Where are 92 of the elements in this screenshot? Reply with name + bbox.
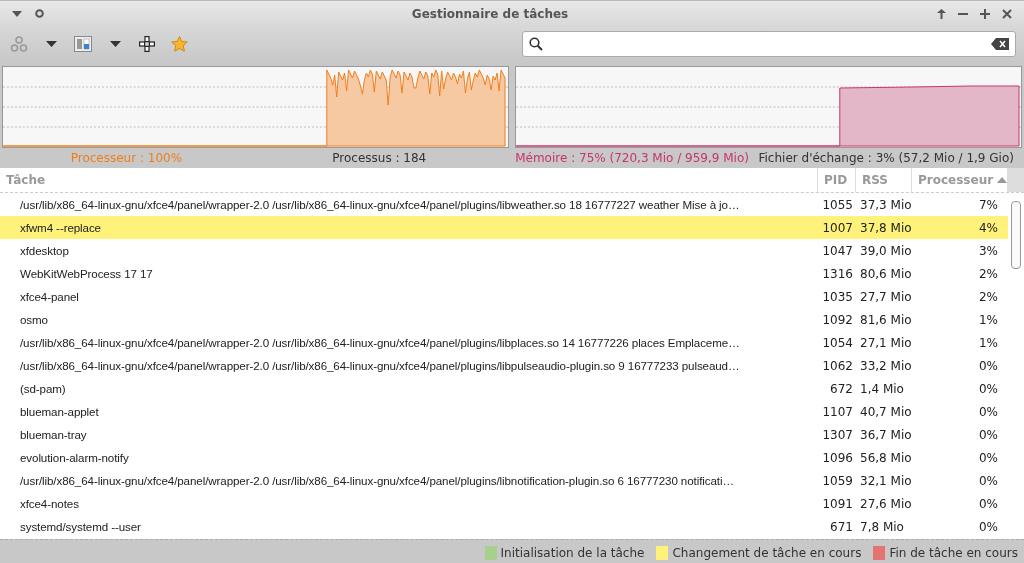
task-cell-text: (sd-pam) bbox=[19, 382, 67, 395]
rss-cell-text: 56,8 Mio bbox=[859, 450, 912, 465]
rss-cell-text: 80,6 Mio bbox=[859, 266, 912, 281]
pid-cell-text: 1096 bbox=[821, 450, 854, 465]
table-row[interactable]: /usr/lib/x86_64-linux-gnu/xfce4/panel/wrapper-2.0 /usr/lib/x86_64-linux-gnu/xfce4/panel/plugins/libplaces.so 14 16777226 places Emplaceme… 1054 27,1 Mio 1% bbox=[0, 331, 1008, 354]
pid-cell-text: 1062 bbox=[821, 358, 854, 373]
cpu-cell-text: 1% bbox=[977, 335, 999, 350]
pid-cell-text: 1091 bbox=[821, 496, 854, 511]
status-text: Processeur : 100% bbox=[69, 151, 184, 165]
pid-cell-text: 672 bbox=[829, 381, 854, 396]
clear-icon[interactable] bbox=[991, 38, 1009, 50]
pid-cell-text: 1047 bbox=[821, 243, 854, 258]
sort-arrow-icon bbox=[997, 177, 1008, 183]
window-title: Gestionnaire de tâches bbox=[410, 6, 570, 21]
task-cell-text: /usr/lib/x86_64-linux-gnu/xfce4/panel/wrapper-2.0 /usr/lib/x86_64-linux-gnu/xfce4/panel/plugins/libweather.so 18 16777227 weather Mise à jo… bbox=[19, 198, 741, 211]
cpu-cell-text: 2% bbox=[977, 289, 999, 304]
table-row[interactable]: xfwm4 --replace 1007 37,8 Mio 4% bbox=[0, 216, 1008, 239]
task-cell-text: xfce4-notes bbox=[19, 497, 80, 510]
cpu-cell-text: 7% bbox=[977, 197, 999, 212]
task-cell-text: osmo bbox=[19, 313, 49, 326]
table-row[interactable]: /usr/lib/x86_64-linux-gnu/xfce4/panel/wrapper-2.0 /usr/lib/x86_64-linux-gnu/xfce4/panel/plugins/libnotification-plugin.so 6 16777230 notificati… 1059 32,1 Mio 0% bbox=[0, 469, 1008, 492]
task-cell-text: xfdesktop bbox=[19, 244, 70, 257]
table-row[interactable]: blueman-tray 1307 36,7 Mio 0% bbox=[0, 423, 1008, 446]
task-cell-text: evolution-alarm-notify bbox=[19, 451, 130, 464]
pid-cell-text: 1055 bbox=[821, 197, 854, 212]
scrollbar-thumb[interactable] bbox=[1011, 201, 1021, 269]
star-icon[interactable] bbox=[168, 33, 190, 55]
pid-cell-text: 1054 bbox=[821, 335, 854, 350]
cpu-cell-text: 0% bbox=[977, 450, 999, 465]
task-cell-text: blueman-tray bbox=[19, 428, 88, 441]
table-row[interactable]: xfce4-notes 1091 27,6 Mio 0% bbox=[0, 492, 1008, 515]
cpu-cell-text: 0% bbox=[977, 381, 999, 396]
pid-cell-text: 1059 bbox=[821, 473, 854, 488]
search-field[interactable] bbox=[522, 31, 1016, 57]
pid-cell-text: 1107 bbox=[821, 404, 854, 419]
pid-cell-text: 1007 bbox=[821, 220, 854, 235]
legend-label: Initialisation de la tâche bbox=[500, 546, 645, 560]
cpu-cell-text: 0% bbox=[977, 404, 999, 419]
rss-cell-text: 36,7 Mio bbox=[859, 427, 912, 442]
task-cell-text: blueman-applet bbox=[19, 405, 100, 418]
pid-cell-text: 1035 bbox=[821, 289, 854, 304]
cpu-cell-text: 0% bbox=[977, 427, 999, 442]
table-row[interactable]: osmo 1092 81,6 Mio 1% bbox=[0, 308, 1008, 331]
cpu-cell-text: 4% bbox=[977, 220, 999, 235]
table-row[interactable]: systemd/systemd --user 671 7,8 Mio 0% bbox=[0, 515, 1008, 538]
search-icon bbox=[529, 37, 543, 51]
task-cell-text: /usr/lib/x86_64-linux-gnu/xfce4/panel/wrapper-2.0 /usr/lib/x86_64-linux-gnu/xfce4/panel/plugins/libplaces.so 14 16777226 places Emplaceme… bbox=[19, 336, 741, 349]
cpu-cell-text: 1% bbox=[977, 312, 999, 327]
status-text: Mémoire : 75% (720,3 Mio / 959,9 Mio) bbox=[514, 151, 750, 165]
rss-cell-text: 27,7 Mio bbox=[859, 289, 912, 304]
rss-cell-text: 1,4 Mio bbox=[859, 381, 905, 396]
cpu-cell-text: 2% bbox=[977, 266, 999, 281]
table-row[interactable]: xfce4-panel 1035 27,7 Mio 2% bbox=[0, 285, 1008, 308]
table-row[interactable]: evolution-alarm-notify 1096 56,8 Mio 0% bbox=[0, 446, 1008, 469]
rss-cell-text: 37,3 Mio bbox=[859, 197, 912, 212]
pid-cell-text: 1316 bbox=[821, 266, 854, 281]
pid-cell-text: 1092 bbox=[821, 312, 854, 327]
table-row[interactable]: WebKitWebProcess 17 17 1316 80,6 Mio 2% bbox=[0, 262, 1008, 285]
cpu-cell-text: 0% bbox=[977, 519, 999, 534]
rss-cell-text: 27,1 Mio bbox=[859, 335, 912, 350]
pid-cell-text: 1307 bbox=[821, 427, 854, 442]
scrollbar-corner bbox=[1008, 168, 1024, 192]
cpu-cell-text: 0% bbox=[977, 358, 999, 373]
task-cell-text: xfwm4 --replace bbox=[19, 221, 102, 234]
legend-label: Changement de tâche en cours bbox=[672, 546, 862, 560]
table-row[interactable]: (sd-pam) 672 1,4 Mio 0% bbox=[0, 377, 1008, 400]
rss-cell-text: 33,2 Mio bbox=[859, 358, 912, 373]
cpu-cell-text: 0% bbox=[977, 473, 999, 488]
rss-cell-text: 27,6 Mio bbox=[859, 496, 912, 511]
rss-cell-text: 32,1 Mio bbox=[859, 473, 912, 488]
rss-cell-text: 7,8 Mio bbox=[859, 519, 905, 534]
status-text: Fichier d'échange : 3% (57,2 Mio / 1,9 Gio) bbox=[758, 151, 1015, 165]
table-row[interactable]: /usr/lib/x86_64-linux-gnu/xfce4/panel/wrapper-2.0 /usr/lib/x86_64-linux-gnu/xfce4/panel/plugins/libweather.so 18 16777227 weather Mise à jo… 1055 37,3 Mio 7% bbox=[0, 193, 1008, 216]
legend-label: Fin de tâche en cours bbox=[889, 546, 1018, 560]
rss-cell-text: 39,0 Mio bbox=[859, 243, 912, 258]
pid-cell-text: 671 bbox=[829, 519, 854, 534]
task-cell-text: /usr/lib/x86_64-linux-gnu/xfce4/panel/wrapper-2.0 /usr/lib/x86_64-linux-gnu/xfce4/panel/plugins/libpulseaudio-plugin.so 9 16777233 pulseaud… bbox=[19, 359, 741, 372]
rss-cell-text: 81,6 Mio bbox=[859, 312, 912, 327]
rss-cell-text: 37,8 Mio bbox=[859, 220, 912, 235]
task-cell-text: /usr/lib/x86_64-linux-gnu/xfce4/panel/wrapper-2.0 /usr/lib/x86_64-linux-gnu/xfce4/panel/plugins/libnotification-plugin.so 6 16777230 notificati… bbox=[19, 474, 735, 487]
view-icon[interactable] bbox=[72, 33, 94, 55]
cpu-cell-text: 0% bbox=[977, 496, 999, 511]
task-cell-text: systemd/systemd --user bbox=[19, 520, 142, 533]
task-cell-text: WebKitWebProcess 17 17 bbox=[19, 267, 154, 280]
cpu-cell-text: 3% bbox=[977, 243, 999, 258]
task-cell-text: xfce4-panel bbox=[19, 290, 80, 303]
crosshair-icon[interactable] bbox=[136, 33, 158, 55]
table-row[interactable]: /usr/lib/x86_64-linux-gnu/xfce4/panel/wrapper-2.0 /usr/lib/x86_64-linux-gnu/xfce4/panel/plugins/libpulseaudio-plugin.so 9 16777233 pulseaud… 1062 33,2 Mio 0% bbox=[0, 354, 1008, 377]
rss-cell-text: 40,7 Mio bbox=[859, 404, 912, 419]
table-row[interactable]: blueman-applet 1107 40,7 Mio 0% bbox=[0, 400, 1008, 423]
table-row[interactable]: xfdesktop 1047 39,0 Mio 3% bbox=[0, 239, 1008, 262]
status-text: Processus : 184 bbox=[331, 151, 428, 165]
